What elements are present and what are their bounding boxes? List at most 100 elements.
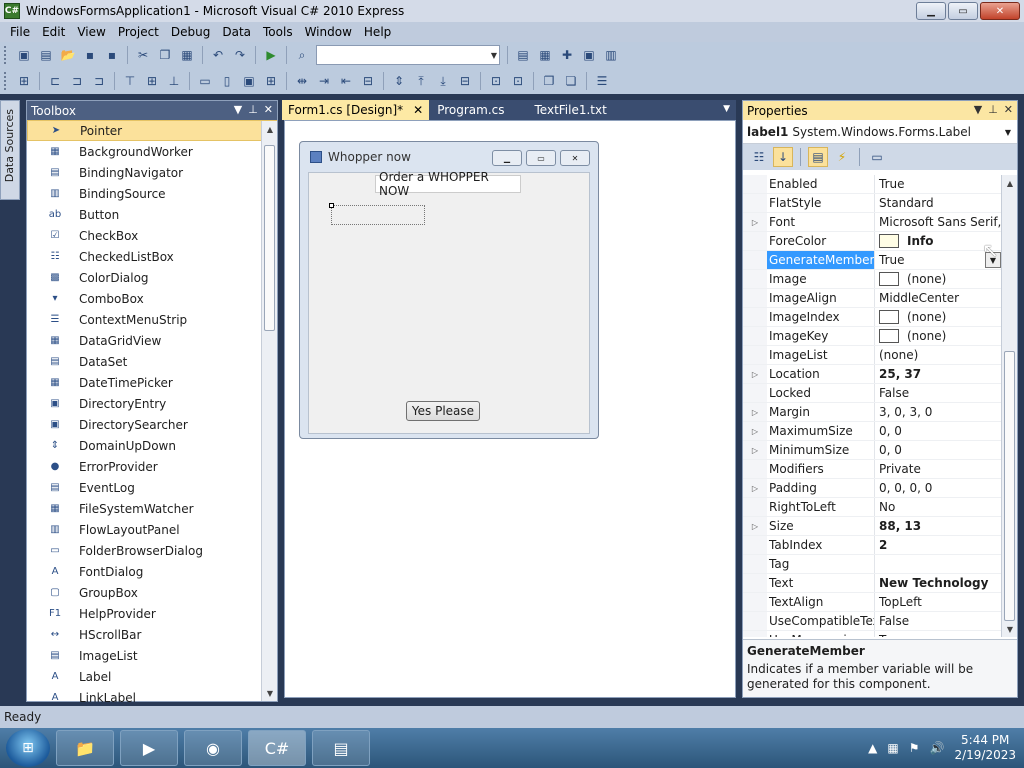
expand-icon[interactable]: ▷ [743, 365, 767, 383]
pin-icon[interactable]: ⊥ [248, 103, 258, 116]
toolbox-item[interactable]: ▩ ColorDialog [27, 267, 277, 288]
property-row[interactable]: TextAlign TopLeft [743, 593, 1003, 612]
property-row[interactable]: FlatStyle Standard [743, 194, 1003, 213]
property-row[interactable]: ▷ Padding 0, 0, 0, 0 [743, 479, 1003, 498]
h-spacing-remove-icon[interactable]: ⊟ [358, 71, 378, 91]
close-icon[interactable]: ✕ [413, 103, 423, 117]
property-value[interactable]: No [875, 498, 1003, 516]
property-row[interactable]: ImageList (none) [743, 346, 1003, 365]
toolbox-item[interactable]: ▥ FlowLayoutPanel [27, 519, 277, 540]
properties-scrollbar[interactable]: ▲ ▼ [1001, 175, 1017, 637]
property-row[interactable]: ImageAlign MiddleCenter [743, 289, 1003, 308]
toolbox-item[interactable]: ☷ CheckedListBox [27, 246, 277, 267]
chevron-down-icon[interactable]: ▼ [723, 104, 730, 114]
property-value[interactable]: 2 [875, 536, 1003, 554]
explorer-icon[interactable]: 📁 [56, 730, 114, 766]
align-bottoms-icon[interactable]: ⊥ [164, 71, 184, 91]
csharp-icon[interactable]: C# [248, 730, 306, 766]
categorized-icon[interactable]: ☷ [749, 147, 769, 167]
order-label-control[interactable]: Order a WHOPPER NOW [375, 170, 521, 198]
v-spacing-equal-icon[interactable]: ⇕ [389, 71, 409, 91]
property-row[interactable]: ▷ MaximumSize 0, 0 [743, 422, 1003, 441]
save-all-icon[interactable]: ▪ [102, 45, 122, 65]
property-value[interactable]: 0, 0 [875, 441, 1003, 459]
scroll-thumb[interactable] [264, 145, 275, 331]
toolbox-scrollbar[interactable]: ▲ ▼ [261, 121, 277, 701]
property-value[interactable]: False [875, 612, 1003, 630]
yes-please-button[interactable]: Yes Please [406, 401, 480, 421]
start-page-icon[interactable]: ▣ [579, 45, 599, 65]
chrome-icon[interactable]: ◉ [184, 730, 242, 766]
align-centers-icon[interactable]: ⊐ [67, 71, 87, 91]
toolbox-item[interactable]: A LinkLabel [27, 687, 277, 708]
tab-textfile1[interactable]: TextFile1.txt [529, 100, 613, 120]
paste-icon[interactable]: ▦ [177, 45, 197, 65]
property-value[interactable]: MiddleCenter [875, 289, 1003, 307]
property-row[interactable]: Tag [743, 555, 1003, 574]
property-value[interactable]: Microsoft Sans Serif, 8.25pt [875, 213, 1003, 231]
form-designer[interactable]: Whopper now ▁ ▭ ✕ Order a WHOPPER NOW Ye… [284, 120, 736, 698]
menu-debug[interactable]: Debug [165, 25, 216, 39]
align-tops-icon[interactable]: ⊤ [120, 71, 140, 91]
toolbox-item[interactable]: ▤ DataSet [27, 351, 277, 372]
new-project-icon[interactable]: ▣ [14, 45, 34, 65]
properties-window-icon[interactable]: ▦ [535, 45, 555, 65]
property-row[interactable]: ForeColor Info [743, 232, 1003, 251]
property-row[interactable]: ▷ Size 88, 13 [743, 517, 1003, 536]
network-icon[interactable]: ▦ [887, 741, 898, 755]
toolbox-item[interactable]: F1 HelpProvider [27, 603, 277, 624]
send-to-back-icon[interactable]: ❏ [561, 71, 581, 91]
find-combo[interactable]: ▼ [316, 45, 500, 65]
property-value[interactable]: 0, 0 [875, 422, 1003, 440]
property-row[interactable]: Modifiers Private [743, 460, 1003, 479]
alphabetical-icon[interactable]: ↓ [773, 147, 793, 167]
copy-icon[interactable]: ❐ [155, 45, 175, 65]
property-row[interactable]: GenerateMember True ▼ [743, 251, 1003, 270]
toolbox-item[interactable]: ▣ DirectoryEntry [27, 393, 277, 414]
extensions-icon[interactable]: ▥ [601, 45, 621, 65]
close-button[interactable]: ✕ [980, 2, 1020, 20]
toolbox-item[interactable]: ▾ ComboBox [27, 288, 277, 309]
clock[interactable]: 5:44 PM 2/19/2023 [954, 733, 1016, 763]
property-value[interactable]: Standard [875, 194, 1003, 212]
v-spacing-increase-icon[interactable]: ⤒ [411, 71, 431, 91]
toolbox-item[interactable]: ab Button [27, 204, 277, 225]
close-icon[interactable]: ✕ [264, 103, 273, 116]
scroll-up-icon[interactable]: ▲ [262, 121, 278, 137]
property-value[interactable]: Private [875, 460, 1003, 478]
property-row[interactable]: TabIndex 2 [743, 536, 1003, 555]
v-spacing-remove-icon[interactable]: ⊟ [455, 71, 475, 91]
minimize-button[interactable]: ▁ [916, 2, 946, 20]
data-sources-tab[interactable]: Data Sources [0, 100, 20, 200]
redo-icon[interactable]: ↷ [230, 45, 250, 65]
property-value[interactable] [875, 555, 1003, 573]
toolbox-item[interactable]: A FontDialog [27, 561, 277, 582]
object-selector[interactable]: label1 System.Windows.Forms.Label ▼ [743, 120, 1017, 144]
property-row[interactable]: Locked False [743, 384, 1003, 403]
menu-view[interactable]: View [71, 25, 111, 39]
property-row[interactable]: ImageKey (none) [743, 327, 1003, 346]
property-value[interactable]: 0, 0, 0, 0 [875, 479, 1003, 497]
menu-project[interactable]: Project [112, 25, 165, 39]
h-spacing-decrease-icon[interactable]: ⇤ [336, 71, 356, 91]
cut-icon[interactable]: ✂ [133, 45, 153, 65]
property-pages-icon[interactable]: ▭ [867, 147, 887, 167]
property-value[interactable]: True [875, 631, 1003, 637]
tab-form1-design[interactable]: Form1.cs [Design]* ✕ [282, 100, 430, 120]
close-icon[interactable]: ✕ [1004, 103, 1013, 116]
open-file-icon[interactable]: 📂 [58, 45, 78, 65]
property-row[interactable]: RightToLeft No [743, 498, 1003, 517]
property-value[interactable]: TopLeft [875, 593, 1003, 611]
toolbox-item[interactable]: ▣ DirectorySearcher [27, 414, 277, 435]
media-icon[interactable]: ▶ [120, 730, 178, 766]
toolbox-item[interactable]: ☑ CheckBox [27, 225, 277, 246]
property-value[interactable]: 25, 37 [875, 365, 1003, 383]
form-client-area[interactable]: Order a WHOPPER NOW Yes Please [308, 170, 590, 434]
undo-icon[interactable]: ↶ [208, 45, 228, 65]
pin-icon[interactable]: ⊥ [988, 103, 998, 116]
property-row[interactable]: ▷ Margin 3, 0, 3, 0 [743, 403, 1003, 422]
scroll-up-icon[interactable]: ▲ [1002, 175, 1018, 191]
tab-order-icon[interactable]: ☰ [592, 71, 612, 91]
property-value[interactable]: (none) [875, 346, 1003, 364]
toolbox-item[interactable]: ➤ Pointer [27, 120, 277, 141]
